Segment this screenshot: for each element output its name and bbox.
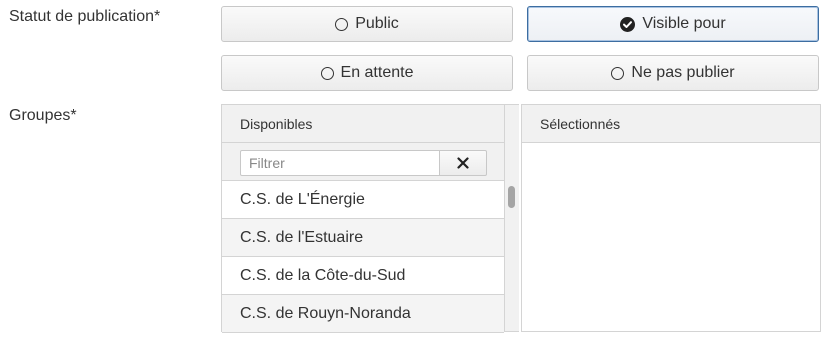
selected-groups-panel: Sélectionnés <box>521 104 821 332</box>
groups-label: Groupes* <box>9 107 77 124</box>
status-pending-button[interactable]: En attente <box>221 55 513 91</box>
status-no-publish-button[interactable]: Ne pas publier <box>527 55 819 91</box>
close-icon <box>457 157 469 169</box>
list-item[interactable]: C.S. de L'Énergie <box>222 181 504 219</box>
status-visible-button[interactable]: Visible pour <box>527 6 819 42</box>
list-item[interactable]: C.S. de l'Estuaire <box>222 219 504 257</box>
filter-row <box>222 143 504 181</box>
status-no-publish-label: Ne pas publier <box>631 64 735 81</box>
list-item[interactable]: C.S. de Rouyn-Noranda <box>222 295 504 333</box>
publication-status-label: Statut de publication* <box>9 8 161 25</box>
scrollbar-thumb[interactable] <box>508 186 515 208</box>
available-groups-header: Disponibles <box>222 105 518 143</box>
selected-groups-header: Sélectionnés <box>522 105 820 143</box>
status-public-label: Public <box>355 15 399 32</box>
radio-unchecked-icon <box>335 17 349 31</box>
radio-unchecked-icon <box>611 66 625 80</box>
list-item[interactable]: C.S. de la Côte-du-Sud <box>222 257 504 295</box>
radio-unchecked-icon <box>320 66 334 80</box>
status-pending-label: En attente <box>340 64 414 81</box>
check-circle-icon <box>620 16 636 32</box>
filter-input[interactable] <box>240 150 440 176</box>
available-groups-panel: Disponibles C.S. de L'Énergie C.S. de l'… <box>221 104 519 333</box>
clear-filter-button[interactable] <box>439 150 487 176</box>
scrollbar[interactable] <box>504 105 519 331</box>
status-public-button[interactable]: Public <box>221 6 513 42</box>
available-groups-list: C.S. de L'Énergie C.S. de l'Estuaire C.S… <box>222 181 504 333</box>
status-visible-label: Visible pour <box>642 15 726 32</box>
